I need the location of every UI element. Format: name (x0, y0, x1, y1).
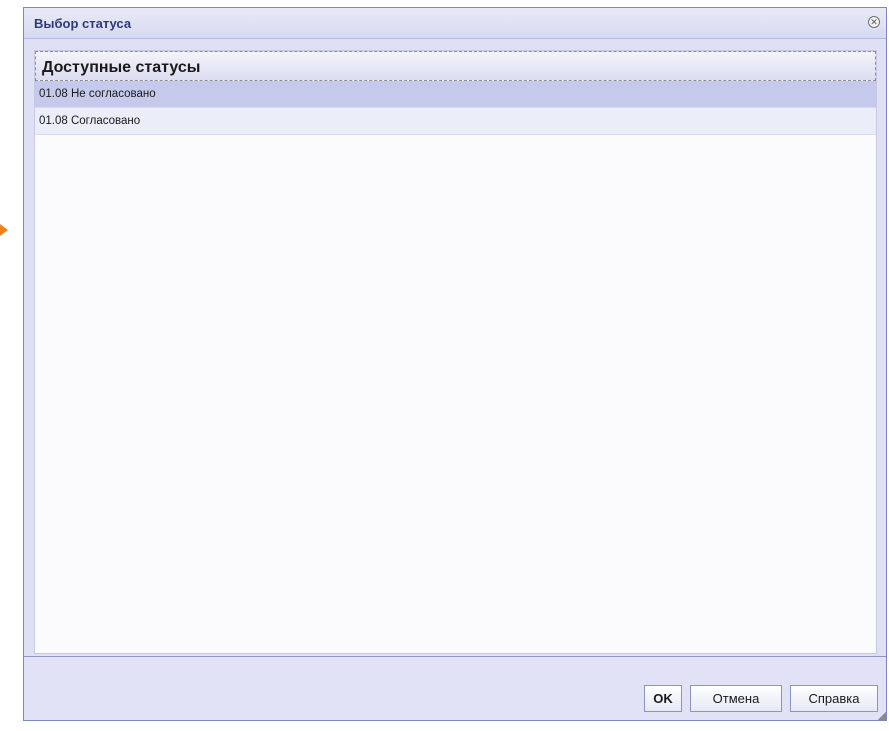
list-header: Доступные статусы (35, 51, 876, 81)
cancel-button[interactable]: Отмена (690, 685, 782, 712)
list-item-label: 01.08 Согласовано (39, 115, 141, 127)
close-icon[interactable]: ✕ (868, 16, 880, 28)
dialog-titlebar[interactable]: Выбор статуса ✕ (24, 8, 886, 39)
status-selection-dialog: Выбор статуса ✕ Доступные статусы 01.08 … (23, 7, 887, 721)
list-item-status-not-approved[interactable]: 01.08 Не согласовано (35, 81, 876, 108)
list-item-status-approved[interactable]: 01.08 Согласовано (35, 108, 876, 135)
list-item-label: 01.08 Не согласовано (39, 88, 156, 100)
dialog-footer: OK Отмена Справка (24, 656, 886, 720)
dialog-title: Выбор статуса (34, 16, 132, 31)
ok-button[interactable]: OK (644, 685, 682, 712)
resize-grip-icon[interactable] (878, 712, 886, 720)
pointer-arrow-icon (0, 224, 8, 236)
status-list-panel: Доступные статусы 01.08 Не согласовано 0… (34, 50, 877, 654)
help-button[interactable]: Справка (790, 685, 878, 712)
